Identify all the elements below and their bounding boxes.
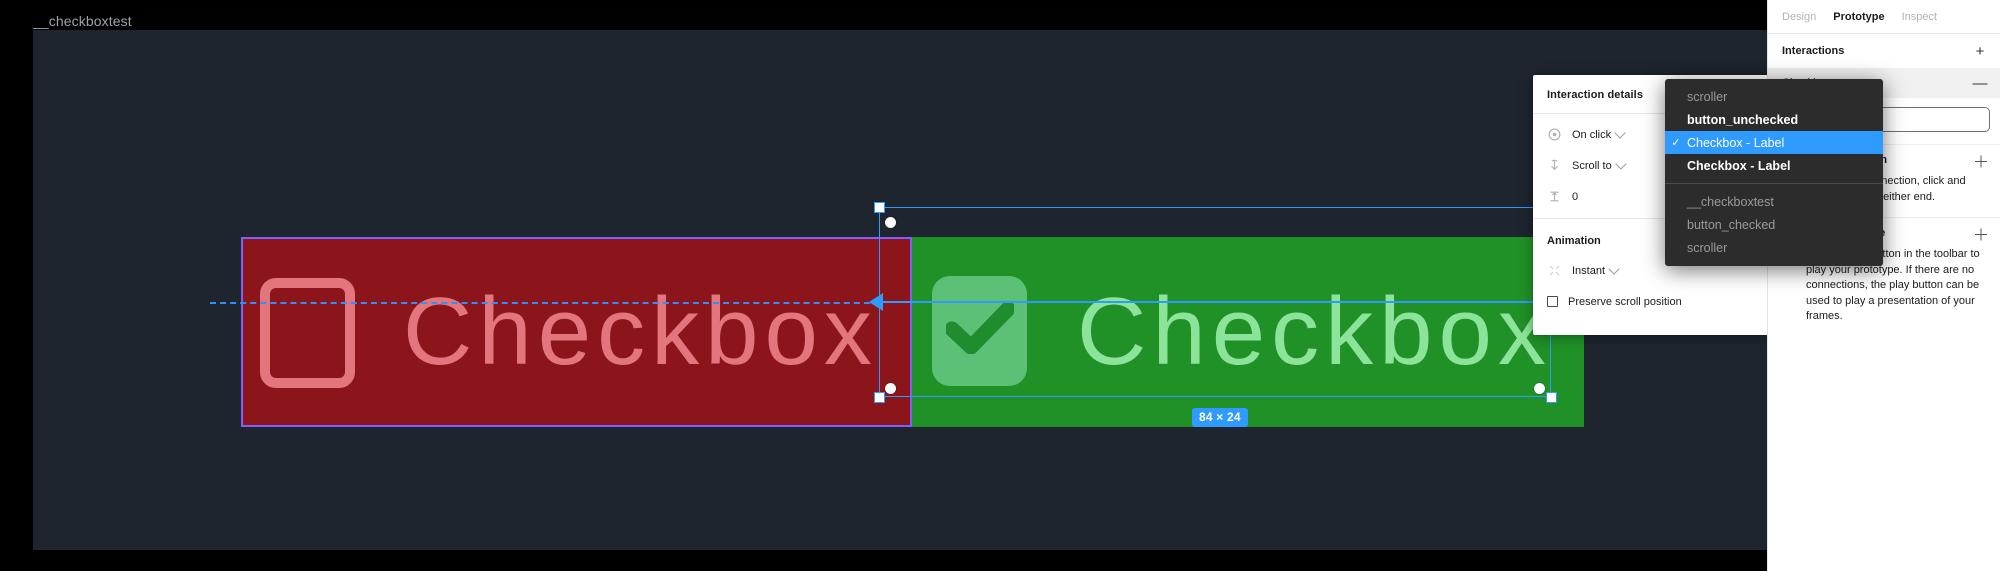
checkbox-checked-label: Checkbox: [1077, 278, 1552, 385]
selection-size-badge: 84 × 24: [1192, 408, 1248, 427]
animation-easing-label: Instant: [1572, 264, 1606, 277]
resize-handle-bottom-left[interactable]: [874, 392, 885, 403]
dropdown-item-label: __checkboxtest: [1687, 194, 1774, 209]
dropdown-item[interactable]: __checkboxtest: [1665, 190, 1883, 213]
outer-frame[interactable]: Checkbox Checkbox: [33, 30, 1767, 550]
dropdown-item-label: button_unchecked: [1687, 112, 1799, 127]
dropdown-item[interactable]: button_unchecked: [1665, 108, 1883, 131]
resize-handle-top-left[interactable]: [874, 202, 885, 213]
checkbox-checked-instance[interactable]: Checkbox: [912, 237, 1584, 427]
checkmark-icon: [946, 302, 1014, 354]
sidebar-tabs: Design Prototype Inspect: [1768, 0, 2000, 34]
dropdown-item-label: Checkbox - Label: [1687, 158, 1791, 173]
dropdown-item-label: scroller: [1687, 240, 1728, 255]
checkbox-unchecked-icon: [260, 278, 355, 388]
checkbox-unchecked-instance[interactable]: Checkbox: [241, 237, 912, 427]
connection-node-top-left[interactable]: [885, 217, 896, 228]
preserve-scroll-checkbox[interactable]: [1547, 296, 1558, 307]
interactions-title: Interactions: [1782, 45, 1845, 57]
prototype-connection-line[interactable]: [879, 301, 1551, 303]
tab-prototype[interactable]: Prototype: [1833, 11, 1884, 23]
chevron-down-icon: [1615, 157, 1627, 170]
connection-node-bottom-right[interactable]: [1534, 383, 1545, 394]
dropdown-item-label: Checkbox - Label: [1687, 135, 1785, 150]
connection-node-bottom-left[interactable]: [885, 383, 896, 394]
interactions-section-header: Interactions +: [1768, 34, 2000, 68]
frame-label-checkboxtest[interactable]: __checkboxtest: [33, 13, 132, 29]
tab-design[interactable]: Design: [1782, 11, 1816, 23]
remove-interaction-button[interactable]: —: [1970, 73, 1990, 93]
chevron-down-icon: [1608, 262, 1620, 275]
prototype-connection-arrow: [869, 293, 883, 311]
dropdown-item-label: button_checked: [1687, 217, 1776, 232]
add-interaction-button[interactable]: +: [1970, 41, 1990, 61]
dropdown-item[interactable]: scroller: [1665, 236, 1883, 259]
offset-value[interactable]: 0: [1572, 191, 1578, 203]
figma-window: __checkboxtest Checkbox Checkbox 84 × 24…: [0, 0, 2000, 571]
chevron-down-icon: [1614, 126, 1626, 139]
resize-handle-bottom-right[interactable]: [1546, 392, 1557, 403]
dropdown-item[interactable]: button_checked: [1665, 213, 1883, 236]
click-target-icon: [1547, 128, 1561, 142]
vertical-offset-icon: [1547, 190, 1561, 204]
tab-inspect[interactable]: Inspect: [1902, 11, 1937, 23]
dropdown-item[interactable]: scroller: [1665, 85, 1883, 108]
action-label: Scroll to: [1572, 159, 1612, 172]
close-icon[interactable]: [1974, 227, 1988, 241]
destination-dropdown-menu[interactable]: scroller button_unchecked ✓ Checkbox - L…: [1665, 79, 1883, 266]
animation-easing-select[interactable]: Instant: [1572, 262, 1620, 277]
dropdown-item-label: scroller: [1687, 89, 1728, 104]
preserve-scroll-row[interactable]: Preserve scroll position: [1533, 286, 1768, 317]
check-icon: ✓: [1671, 137, 1681, 149]
trigger-label: On click: [1572, 128, 1612, 141]
checkbox-unchecked-label: Checkbox: [403, 278, 878, 385]
close-icon[interactable]: [1974, 154, 1988, 168]
design-canvas[interactable]: __checkboxtest Checkbox Checkbox 84 × 24: [0, 0, 1767, 571]
animation-icon: [1547, 264, 1561, 278]
checkbox-checked-icon: [932, 276, 1027, 386]
dropdown-item-selected[interactable]: ✓ Checkbox - Label: [1665, 131, 1883, 154]
scroll-to-icon: [1547, 159, 1561, 173]
preserve-scroll-label: Preserve scroll position: [1568, 295, 1682, 308]
dropdown-separator: [1665, 183, 1883, 184]
alignment-dashed-line: [210, 302, 880, 304]
trigger-select[interactable]: On click: [1572, 126, 1626, 141]
action-select[interactable]: Scroll to: [1572, 157, 1627, 172]
dropdown-item[interactable]: Checkbox - Label: [1665, 154, 1883, 177]
